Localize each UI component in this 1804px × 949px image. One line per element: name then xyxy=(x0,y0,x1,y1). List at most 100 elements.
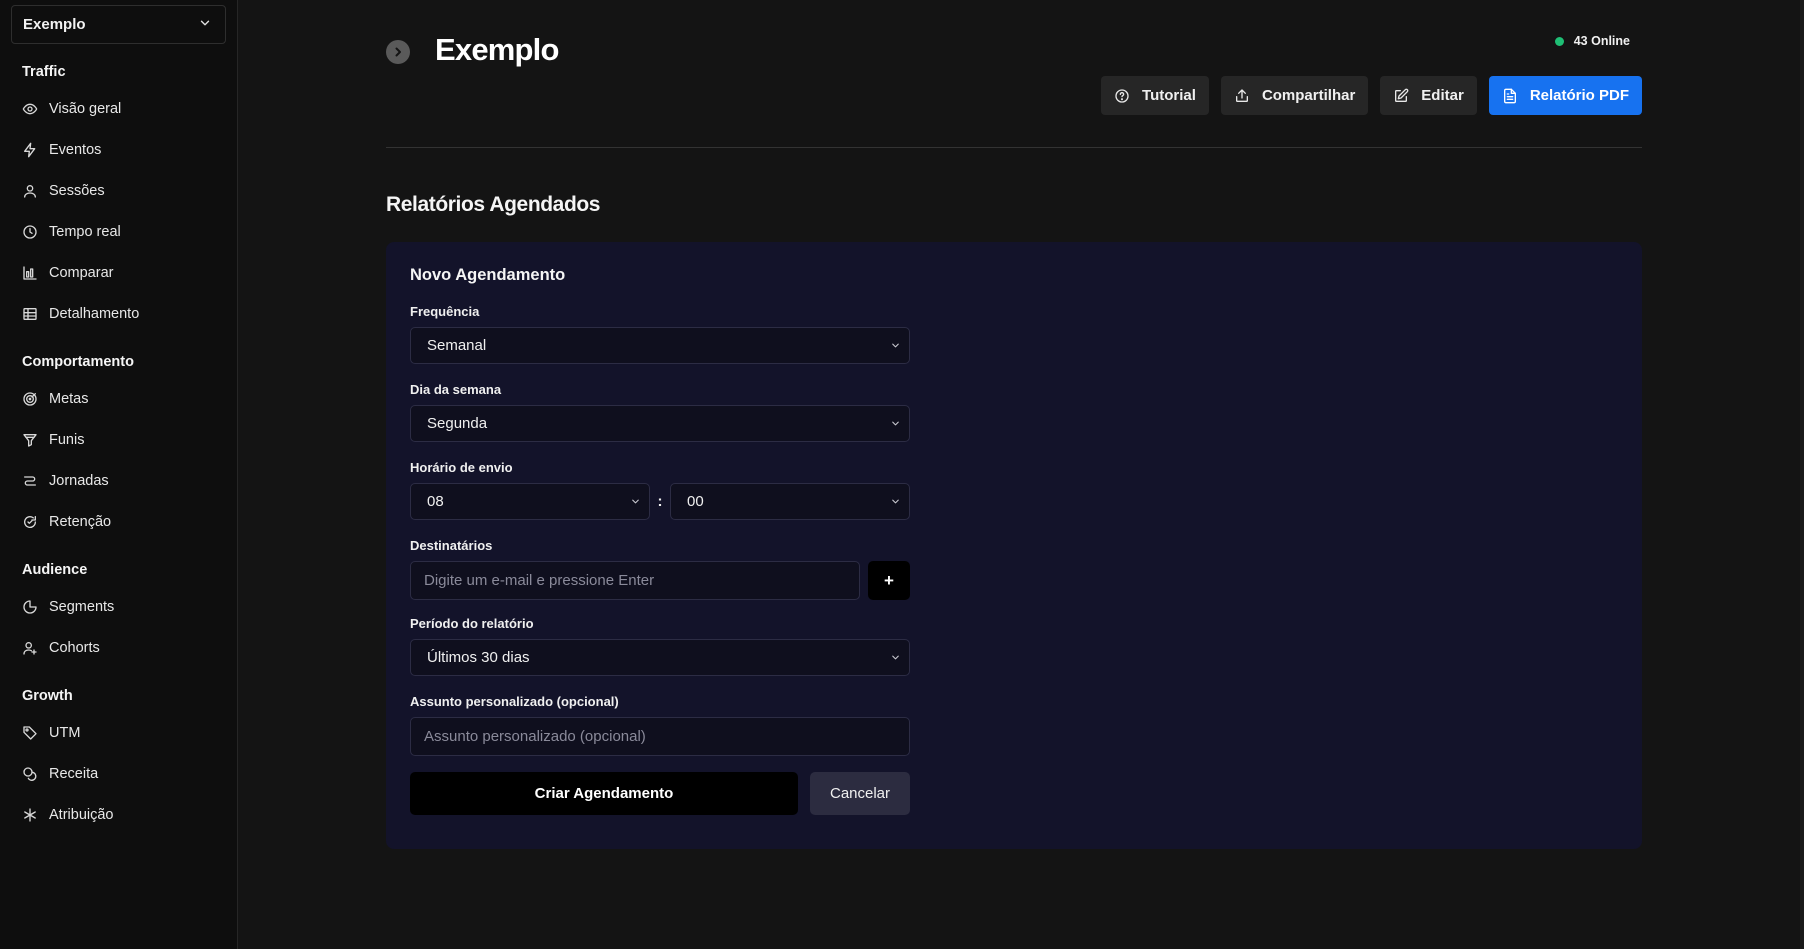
header-actions: Tutorial Compartilhar Editar Relatório P… xyxy=(1101,76,1642,115)
nav-section-title: Traffic xyxy=(22,64,66,80)
sidebar-item-funis[interactable]: Funis xyxy=(11,419,226,460)
subject-input[interactable] xyxy=(410,717,910,756)
frequency-label: Frequência xyxy=(410,304,480,319)
period-field: Período do relatório Últimos 30 dias xyxy=(410,616,910,676)
new-schedule-card: Novo Agendamento Frequência Semanal Dia … xyxy=(386,242,1642,849)
pdf-report-button[interactable]: Relatório PDF xyxy=(1488,76,1642,115)
hour-select[interactable]: 08 xyxy=(410,483,650,520)
clock-icon xyxy=(22,224,38,240)
create-schedule-button[interactable]: Criar Agendamento xyxy=(410,772,798,815)
section-title: Relatórios Agendados xyxy=(386,193,601,216)
main-content: Exemplo 43 Online Tutorial Compartilhar xyxy=(238,0,1804,949)
nav-section-title: Growth xyxy=(22,688,73,704)
share-label: Compartilhar xyxy=(1261,87,1356,104)
nav-section-growth: Growth UTM Receita Atribuição xyxy=(11,684,226,835)
chevron-down-icon xyxy=(890,652,901,663)
funnel-icon xyxy=(22,432,38,448)
cancel-button[interactable]: Cancelar xyxy=(810,772,910,815)
period-select[interactable]: Últimos 30 dias xyxy=(410,639,910,676)
tutorial-button[interactable]: Tutorial xyxy=(1101,76,1209,115)
user-plus-icon xyxy=(22,640,38,656)
scrollbar[interactable] xyxy=(1800,0,1804,949)
nav-section-title: Comportamento xyxy=(22,354,134,370)
sidebar-item-utm[interactable]: UTM xyxy=(11,712,226,753)
table-icon xyxy=(22,306,38,322)
pdf-report-label: Relatório PDF xyxy=(1529,87,1629,104)
nav-section-comportamento: Comportamento Metas Funis Jornadas Reten… xyxy=(11,350,226,542)
send-time-field: Horário de envio 08 : 00 xyxy=(410,460,910,520)
sidebar-item-detalhamento[interactable]: Detalhamento xyxy=(11,293,226,334)
sidebar-item-label: Detalhamento xyxy=(49,305,140,322)
recipient-email-input[interactable] xyxy=(410,561,860,600)
sidebar-item-label: Visão geral xyxy=(49,100,122,117)
chevron-down-icon xyxy=(890,418,901,429)
sidebar-item-label: Retenção xyxy=(49,513,112,530)
app-root: Exemplo Traffic Visão geral Eventos Sess… xyxy=(0,0,1804,949)
back-button[interactable] xyxy=(386,40,410,64)
online-count: 43 Online xyxy=(1573,34,1630,48)
sidebar-item-label: Metas xyxy=(49,390,89,407)
sidebar-item-label: Tempo real xyxy=(49,223,121,240)
sidebar-item-label: Atribuição xyxy=(49,806,114,823)
sidebar-item-tempo-real[interactable]: Tempo real xyxy=(11,211,226,252)
target-icon xyxy=(22,391,38,407)
sidebar-item-atribuicao[interactable]: Atribuição xyxy=(11,794,226,835)
nav-section-traffic: Traffic Visão geral Eventos Sessões Temp… xyxy=(11,60,226,334)
help-circle-icon xyxy=(1114,88,1142,104)
retention-icon xyxy=(22,514,38,530)
weekday-field: Dia da semana Segunda xyxy=(410,382,910,442)
file-text-icon xyxy=(1502,88,1530,104)
tag-icon xyxy=(22,725,38,741)
sidebar-item-sessoes[interactable]: Sessões xyxy=(11,170,226,211)
sidebar-item-label: Comparar xyxy=(49,264,114,281)
bar-chart-icon xyxy=(22,265,38,281)
chevron-down-icon xyxy=(890,340,901,351)
sidebar-item-retencao[interactable]: Retenção xyxy=(11,501,226,542)
sidebar-item-jornadas[interactable]: Jornadas xyxy=(11,460,226,501)
sidebar-item-comparar[interactable]: Comparar xyxy=(11,252,226,293)
sidebar-item-cohorts[interactable]: Cohorts xyxy=(11,627,226,668)
site-selector[interactable]: Exemplo xyxy=(11,5,226,44)
weekday-select[interactable]: Segunda xyxy=(410,405,910,442)
frequency-field: Frequência Semanal xyxy=(410,304,910,364)
share-button[interactable]: Compartilhar xyxy=(1220,76,1369,115)
edit-button[interactable]: Editar xyxy=(1380,76,1477,115)
frequency-select[interactable]: Semanal xyxy=(410,327,910,364)
recipients-label: Destinatários xyxy=(410,538,493,553)
time-separator: : xyxy=(657,493,663,510)
sidebar-item-visao-geral[interactable]: Visão geral xyxy=(11,88,226,129)
route-icon xyxy=(22,473,38,489)
asterisk-icon xyxy=(22,807,38,823)
sidebar-item-label: Cohorts xyxy=(49,639,100,656)
add-recipient-button[interactable]: + xyxy=(868,561,910,600)
sidebar-item-label: Sessões xyxy=(49,182,105,199)
tutorial-label: Tutorial xyxy=(1142,87,1196,104)
sidebar-item-segments[interactable]: Segments xyxy=(11,586,226,627)
header-divider xyxy=(386,147,1642,148)
sidebar-item-label: Funis xyxy=(49,431,85,448)
minute-value: 00 xyxy=(687,493,704,510)
sidebar-item-label: Jornadas xyxy=(49,472,109,489)
form-title: Novo Agendamento xyxy=(410,266,566,284)
sidebar-item-label: Receita xyxy=(49,765,99,782)
subject-field: Assunto personalizado (opcional) xyxy=(410,694,910,756)
sidebar-item-label: Eventos xyxy=(49,141,102,158)
chevron-right-icon xyxy=(392,46,404,58)
period-label: Período do relatório xyxy=(410,616,534,631)
site-selector-value: Exemplo xyxy=(23,16,86,33)
sidebar-item-eventos[interactable]: Eventos xyxy=(11,129,226,170)
period-value: Últimos 30 dias xyxy=(427,649,530,666)
sidebar-item-receita[interactable]: Receita xyxy=(11,753,226,794)
form-actions: Criar Agendamento Cancelar xyxy=(410,772,910,815)
sidebar-item-label: UTM xyxy=(49,724,81,741)
share-icon xyxy=(1234,88,1262,104)
user-icon xyxy=(22,183,38,199)
page-title: Exemplo xyxy=(435,32,559,67)
send-time-label: Horário de envio xyxy=(410,460,513,475)
sidebar: Exemplo Traffic Visão geral Eventos Sess… xyxy=(0,0,238,949)
sidebar-item-metas[interactable]: Metas xyxy=(11,378,226,419)
minute-select[interactable]: 00 xyxy=(670,483,910,520)
frequency-value: Semanal xyxy=(427,337,487,354)
pie-icon xyxy=(22,599,38,615)
page-header: Exemplo 43 Online Tutorial Compartilhar xyxy=(386,0,1642,148)
